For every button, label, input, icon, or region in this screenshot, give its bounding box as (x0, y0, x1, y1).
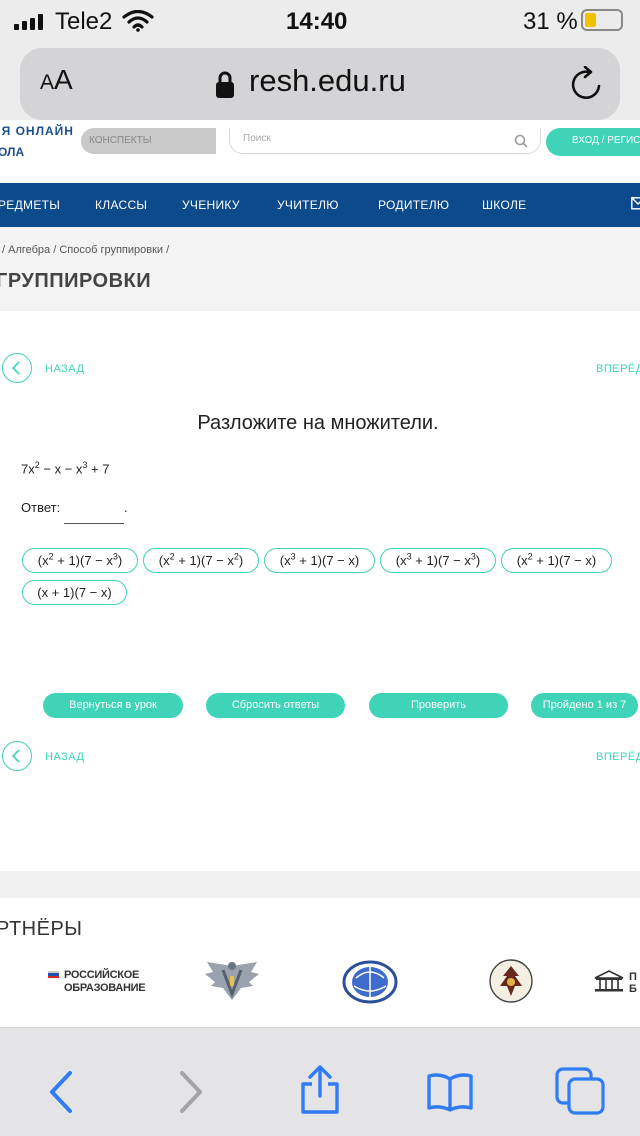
site-logo-line1[interactable]: ЯЯ ОНЛАЙН (0, 124, 74, 138)
military-historical-society-logo-icon[interactable] (488, 958, 534, 1004)
clock: 14:40 (286, 8, 348, 35)
forward-arrow-icon[interactable] (178, 1070, 204, 1114)
nav-item-parent[interactable]: РОДИТЕЛЮ (378, 198, 449, 212)
progress-button[interactable]: Пройдено 1 из 7 (531, 693, 638, 718)
forward-link-bottom[interactable]: ВПЕРЁД (596, 751, 640, 763)
return-to-lesson-button[interactable]: Вернуться в урок (43, 693, 183, 718)
status-bar: Tele2 14:40 31 % (0, 0, 640, 44)
reload-icon[interactable] (569, 66, 605, 104)
carrier-label: Tele2 (55, 8, 113, 35)
wifi-icon (122, 10, 154, 32)
forward-link-top[interactable]: ВПЕРЁД (596, 363, 640, 375)
lock-icon (216, 71, 234, 98)
login-button[interactable]: ВХОД / РЕГИСТР (546, 128, 640, 156)
bookmarks-icon[interactable] (426, 1072, 474, 1112)
mail-icon[interactable] (631, 197, 640, 210)
nav-item-student[interactable]: УЧЕНИКУ (182, 198, 240, 212)
breadcrumb[interactable]: / Алгебра / Способ группировки / (2, 244, 169, 256)
geographic-society-logo-icon[interactable] (342, 960, 398, 1004)
task-title: Разложите на множители. (197, 412, 439, 434)
battery-percent: 31 % (523, 8, 578, 35)
nav-item-classes[interactable]: КЛАССЫ (95, 198, 147, 212)
title-area (0, 227, 640, 311)
nav-item-subjects[interactable]: РЕДМЕТЫ (0, 198, 60, 212)
answer-option[interactable]: (x2 + 1)(7 − x2) (143, 548, 259, 573)
ministry-emblem-icon[interactable] (203, 960, 261, 1004)
answer-drop-slot[interactable] (64, 523, 124, 524)
answer-option[interactable]: (x3 + 1)(7 − x3) (380, 548, 496, 573)
search-icon[interactable] (514, 134, 528, 148)
library-partner-text: П Б (629, 971, 637, 995)
search-input[interactable]: Поиск (229, 128, 541, 154)
partners-title: РТНЁРЫ (0, 918, 83, 940)
reset-answers-button[interactable]: Сбросить ответы (206, 693, 345, 718)
section-divider (0, 871, 640, 898)
url-text[interactable]: resh.edu.ru (249, 63, 406, 99)
check-button[interactable]: Проверить (369, 693, 508, 718)
answer-option[interactable]: (x3 + 1)(7 − x) (264, 548, 375, 573)
share-icon[interactable] (298, 1064, 342, 1116)
answer-option[interactable]: (x2 + 1)(7 − x3) (22, 548, 138, 573)
nav-item-school[interactable]: ШКОЛЕ (482, 198, 526, 212)
task-expression: 7x2 − x − x3 + 7 (21, 460, 110, 477)
back-arrow-icon[interactable] (48, 1070, 74, 1114)
back-link-top[interactable]: НАЗАД (45, 363, 84, 375)
back-arrow-button-top[interactable] (2, 353, 32, 383)
page-title: ГРУППИРОВКИ (0, 270, 152, 292)
reader-aa-button[interactable]: AA (40, 64, 73, 96)
nav-item-teacher[interactable]: УЧИТЕЛЮ (277, 198, 339, 212)
signal-icon (14, 14, 48, 30)
russian-flag-icon (48, 971, 59, 978)
partner-russian-education-logo[interactable]: РОССИЙСКОЕ ОБРАЗОВАНИЕ (64, 969, 146, 995)
battery-icon (581, 9, 623, 31)
answer-dot: . (124, 500, 128, 515)
konspekty-tab[interactable]: КОНСПЕКТЫ (81, 128, 216, 154)
answer-label: Ответ: (21, 500, 61, 515)
chevron-left-icon (11, 749, 20, 763)
library-building-icon[interactable] (594, 969, 624, 993)
chevron-left-icon (11, 361, 20, 375)
tabs-icon[interactable] (554, 1066, 606, 1116)
answer-option[interactable]: (x + 1)(7 − x) (22, 580, 127, 605)
answer-option[interactable]: (x2 + 1)(7 − x) (501, 548, 612, 573)
site-logo-line2[interactable]: ОЛА (0, 145, 24, 159)
back-link-bottom[interactable]: НАЗАД (45, 751, 84, 763)
back-arrow-button-bottom[interactable] (2, 741, 32, 771)
